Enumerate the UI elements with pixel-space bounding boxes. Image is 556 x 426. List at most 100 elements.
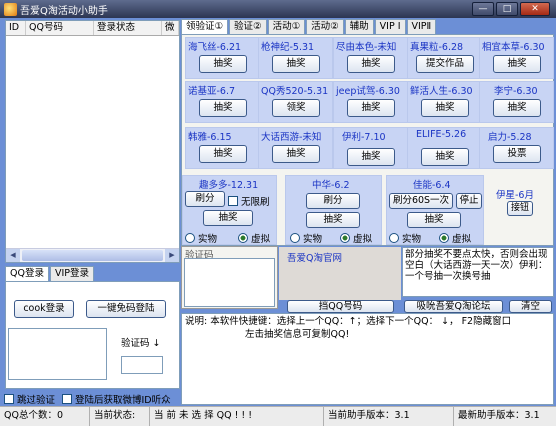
scroll-thumb[interactable] bbox=[22, 250, 163, 261]
minimize-button[interactable]: — bbox=[472, 2, 494, 16]
submit-work-button[interactable]: 提交作品 bbox=[416, 55, 474, 73]
activity-label: jeep试驾-6.30 bbox=[336, 86, 400, 97]
real-label: 实物 bbox=[303, 234, 323, 245]
after-login-checkbox[interactable]: 登陆后获取微博ID听众 bbox=[62, 392, 171, 406]
real-label: 实物 bbox=[198, 234, 218, 245]
log-line: 说明: 本软件快捷键：选择上一个QQ：↑；选择下一个QQ： ↓， F2隐藏窗口 bbox=[185, 316, 512, 327]
maximize-button[interactable]: □ bbox=[496, 2, 518, 16]
real-radio[interactable]: 实物 bbox=[389, 231, 421, 245]
draw-button[interactable]: 抽奖 bbox=[203, 210, 253, 226]
zhonghua-group: 中华-6.2 刷分 抽奖 实物 虚拟 bbox=[285, 175, 382, 245]
one-key-login-button[interactable]: 一键免码登陆 bbox=[86, 300, 166, 318]
draw-button[interactable]: 抽奖 bbox=[272, 145, 320, 163]
draw-button[interactable]: 抽奖 bbox=[272, 55, 320, 73]
unlimited-checkbox[interactable]: 无限刷 bbox=[228, 194, 270, 208]
activity-label: 诺基亚-6.7 bbox=[188, 86, 236, 97]
captcha-image[interactable] bbox=[184, 258, 275, 307]
real-radio[interactable]: 实物 bbox=[185, 231, 217, 245]
draw-button[interactable]: 抽奖 bbox=[493, 55, 541, 73]
draw-button[interactable]: 抽奖 bbox=[199, 99, 247, 117]
tab-vip-login[interactable]: VIP登录 bbox=[49, 266, 94, 281]
radio-icon[interactable] bbox=[389, 233, 399, 243]
checkbox-icon[interactable] bbox=[4, 394, 14, 404]
activity-label: 海飞丝-6.21 bbox=[188, 42, 242, 53]
captcha-panel: 验证码 bbox=[181, 246, 278, 309]
virtual-radio[interactable]: 虚拟 bbox=[340, 231, 372, 245]
radio-selected-icon[interactable] bbox=[340, 233, 350, 243]
tab-verify-2[interactable]: 验证② bbox=[229, 19, 267, 34]
tab-activity-2[interactable]: 活动② bbox=[306, 19, 344, 34]
draw-button[interactable]: 抽奖 bbox=[199, 55, 247, 73]
skip-verify-checkbox[interactable]: 跳过验证 bbox=[4, 392, 55, 406]
stop-button[interactable]: 停止 bbox=[456, 193, 482, 209]
unlimited-label: 无限刷 bbox=[241, 197, 270, 208]
virtual-label: 虚拟 bbox=[452, 234, 472, 245]
clear-button[interactable]: 清空 bbox=[509, 300, 552, 313]
tab-activity-1[interactable]: 活动① bbox=[267, 19, 306, 34]
qq-number-button[interactable]: 挡QQ号码 bbox=[287, 300, 394, 313]
tab-vip-1[interactable]: VIP Ⅰ bbox=[374, 19, 406, 34]
refresh-button[interactable]: 刷分 bbox=[185, 191, 225, 207]
captcha-image-area bbox=[8, 328, 107, 380]
message-box: 部分抽奖不要点太快，否则会出现空白（大话西游一天一次）伊利：一个号抽一次换号抽 bbox=[402, 247, 554, 297]
group-label: 伊星-6月 bbox=[496, 190, 534, 201]
activity-label: QQ秀520-5.31 bbox=[261, 86, 329, 97]
radio-icon[interactable] bbox=[185, 233, 195, 243]
draw-button[interactable]: 抽奖 bbox=[493, 99, 541, 117]
scroll-left-icon[interactable]: ◀ bbox=[6, 249, 20, 262]
vote-button[interactable]: 投票 bbox=[493, 145, 541, 163]
real-radio[interactable]: 实物 bbox=[290, 231, 322, 245]
draw-button[interactable]: 抽奖 bbox=[199, 145, 247, 163]
col-id[interactable]: ID bbox=[6, 21, 26, 35]
log-area[interactable]: 说明: 本软件快捷键：选择上一个QQ：↑；选择下一个QQ： ↓， F2隐藏窗口 … bbox=[181, 313, 554, 405]
col-status[interactable]: 登录状态 bbox=[94, 21, 162, 35]
close-button[interactable]: ✕ bbox=[520, 2, 550, 16]
draw-button[interactable]: 抽奖 bbox=[421, 99, 469, 117]
activity-label: 韩雅-6.15 bbox=[188, 132, 232, 143]
refresh-60s-button[interactable]: 刷分60S一次 bbox=[389, 193, 453, 209]
info-area: 吾爱Q淘官网 bbox=[279, 247, 401, 300]
login-panel: cook登录 一键免码登陆 验证码 ↓ bbox=[5, 281, 180, 389]
checkbox-icon[interactable] bbox=[228, 196, 238, 206]
tab-qq-login[interactable]: QQ登录 bbox=[5, 266, 49, 281]
captcha-input[interactable] bbox=[121, 356, 163, 374]
forum-button[interactable]: 吸吮吾爱Q淘论坛 bbox=[404, 300, 503, 313]
refresh-button[interactable]: 刷分 bbox=[306, 193, 360, 209]
radio-selected-icon[interactable] bbox=[439, 233, 449, 243]
draw-button[interactable]: 抽奖 bbox=[347, 55, 395, 73]
claim-button[interactable]: 领奖 bbox=[272, 99, 320, 117]
checkbox-icon[interactable] bbox=[62, 394, 72, 404]
horizontal-scrollbar[interactable]: ◀ ▶ bbox=[6, 248, 179, 262]
group-label: 中华-6.2 bbox=[312, 180, 350, 191]
log-line: 左击抽奖信息可复制QQ! bbox=[245, 329, 350, 340]
cook-login-button[interactable]: cook登录 bbox=[14, 300, 74, 318]
activity-label: 鲜活人生-6.30 bbox=[410, 86, 473, 97]
skip-verify-label: 跳过验证 bbox=[17, 395, 56, 406]
qq-account-list[interactable]: ID QQ号码 登录状态 微 ◀ ▶ bbox=[5, 20, 180, 263]
draw-button[interactable]: 抽奖 bbox=[347, 148, 395, 166]
quduoduo-group: 趣多多-12.31 刷分 无限刷 抽奖 实物 虚拟 bbox=[182, 175, 277, 245]
col-qq[interactable]: QQ号码 bbox=[26, 21, 94, 35]
radio-icon[interactable] bbox=[290, 233, 300, 243]
tab-verify-1[interactable]: 领验证① bbox=[181, 19, 229, 34]
scroll-right-icon[interactable]: ▶ bbox=[165, 249, 179, 262]
draw-button[interactable]: 抽奖 bbox=[421, 148, 469, 166]
activity-card: 韩雅-6.15 抽奖 bbox=[185, 127, 260, 169]
virtual-radio[interactable]: 虚拟 bbox=[238, 231, 270, 245]
activity-label: ELIFE-5.26 bbox=[416, 129, 467, 140]
col-weibo[interactable]: 微 bbox=[162, 21, 179, 35]
activity-card: 枪神纪-5.31 抽奖 bbox=[258, 37, 333, 79]
draw-button[interactable]: 抽奖 bbox=[407, 212, 461, 228]
activity-card: 相宜本草-6.30 抽奖 bbox=[479, 37, 554, 79]
list-header: ID QQ号码 登录状态 微 bbox=[6, 21, 179, 36]
button-button[interactable]: 接钮 bbox=[507, 201, 533, 216]
activity-label: 伊利-7.10 bbox=[342, 132, 386, 143]
draw-button[interactable]: 抽奖 bbox=[347, 99, 395, 117]
virtual-radio[interactable]: 虚拟 bbox=[439, 231, 471, 245]
activity-card: 启力-5.28 投票 bbox=[479, 127, 554, 169]
site-link[interactable]: 吾爱Q淘官网 bbox=[287, 250, 342, 264]
radio-selected-icon[interactable] bbox=[238, 233, 248, 243]
draw-button[interactable]: 抽奖 bbox=[306, 212, 360, 228]
tab-assist[interactable]: 辅助 bbox=[344, 19, 374, 34]
tab-vip-2[interactable]: VIPⅡ bbox=[406, 19, 437, 34]
